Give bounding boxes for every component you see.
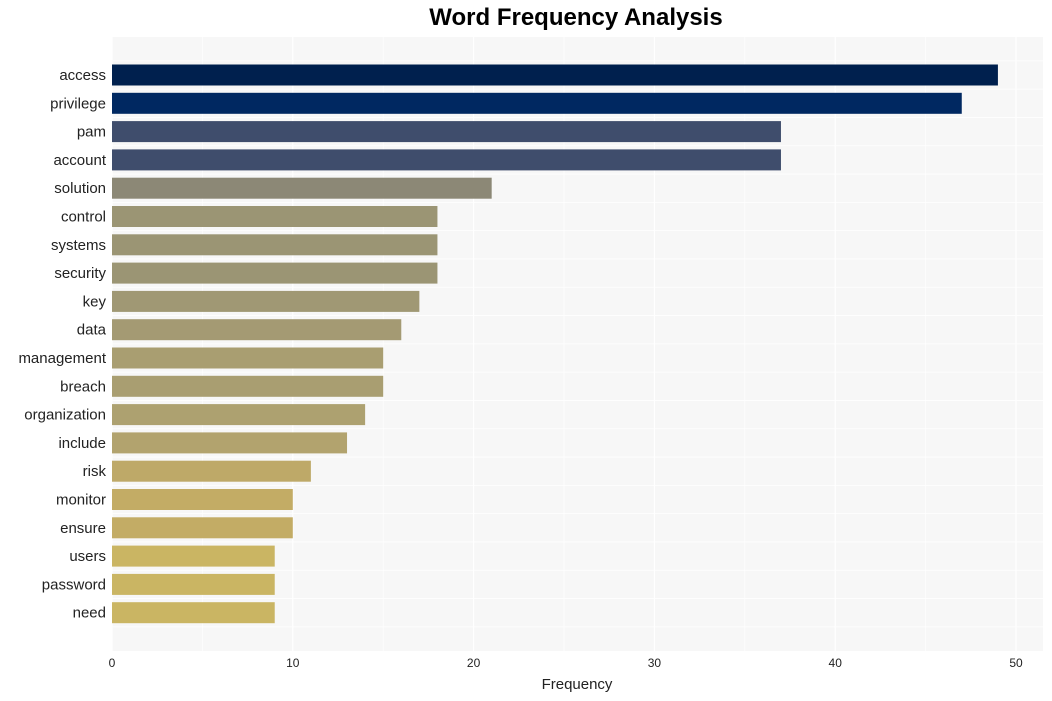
bar-access [112,64,998,86]
x-tick-label: 50 [1009,656,1023,670]
bar-privilege [112,92,962,114]
bar-pam [112,121,781,143]
bar-users [112,545,275,567]
y-tick-label: ensure [60,520,106,537]
bar-security [112,262,438,284]
bar-organization [112,404,366,426]
bar-include [112,432,348,454]
y-tick-label: account [53,152,106,169]
y-tick-label: key [83,293,107,310]
x-tick-label: 0 [109,656,116,670]
y-tick-label: management [18,350,106,367]
bar-chart: access privilege pam account solution control… [18,37,1043,693]
x-tick-label: 20 [467,656,481,670]
x-tick-labels: 0 10 20 30 40 50 [109,656,1023,670]
y-tick-label: risk [83,463,107,480]
bar-solution [112,177,492,199]
bar-monitor [112,489,293,510]
y-tick-label: security [54,265,106,282]
y-tick-label: privilege [50,95,106,112]
x-tick-label: 30 [648,656,662,670]
y-tick-label: monitor [56,492,106,509]
bar-systems [112,234,438,256]
y-tick-labels: access privilege pam account solution control… [18,67,106,622]
y-tick-label: access [59,67,106,84]
y-tick-label: pam [77,124,106,141]
bar-account [112,149,781,171]
y-tick-label: systems [51,237,106,254]
bar-key [112,290,420,312]
y-tick-label: control [61,209,106,226]
bar-ensure [112,517,293,539]
y-tick-label: organization [24,407,106,424]
bar-risk [112,460,311,482]
bar-data [112,319,402,341]
x-tick-label: 40 [829,656,843,670]
y-tick-label: solution [54,180,106,197]
bar-breach [112,375,384,397]
x-tick-label: 10 [286,656,300,670]
y-tick-label: users [69,548,106,565]
y-tick-label: breach [60,378,106,395]
y-tick-label: data [77,322,107,339]
bar-management [112,347,384,369]
y-tick-label: need [73,605,106,622]
x-axis-label: Frequency [542,676,613,693]
bar-need [112,602,275,624]
bar-control [112,206,438,227]
bar-password [112,573,275,595]
y-tick-label: include [58,435,106,452]
y-tick-label: password [42,576,106,593]
